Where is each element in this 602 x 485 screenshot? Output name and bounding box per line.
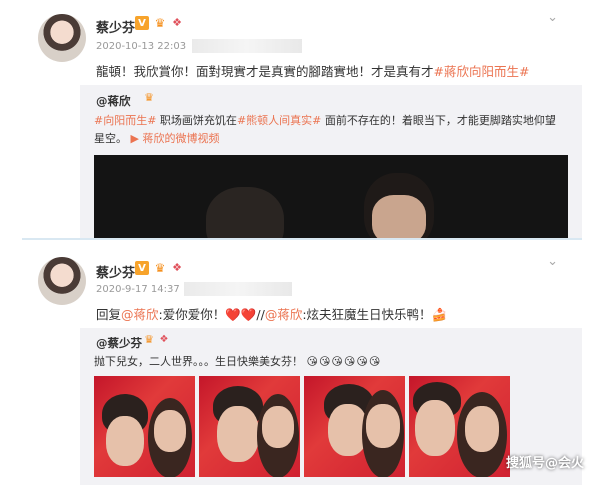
tag-icon[interactable]: ❖	[158, 333, 170, 347]
repost-author[interactable]: @蔡少芬	[96, 335, 142, 351]
photo-person-face	[154, 410, 186, 452]
author-badges: V ♛ ❖	[135, 16, 183, 30]
verified-v-icon[interactable]: V	[135, 261, 149, 275]
tag-icon[interactable]: ❖	[171, 16, 183, 30]
chevron-down-icon[interactable]: ⌄	[547, 10, 558, 25]
photo-thumbnail[interactable]	[304, 376, 405, 477]
tag-icon[interactable]: ❖	[171, 261, 183, 275]
photo-person-face	[262, 406, 294, 448]
author-name[interactable]: 蔡少芬	[96, 17, 135, 36]
photo-thumbnail[interactable]	[94, 376, 195, 477]
post-text: 龍頓！我欣賞你！面對現實才是真實的腳踏實地！才是真有才#蔣欣向阳而生#	[96, 64, 530, 79]
cake-emoji: 🍰	[431, 307, 448, 322]
post-text: 回复@蒋欣:爱你爱你！❤️❤️//@蒋欣:炫夫狂魔生日快乐鸭！🍰	[96, 307, 448, 322]
video-thumbnail[interactable]	[94, 155, 568, 240]
photo-person-face	[106, 416, 144, 466]
avatar[interactable]	[38, 257, 86, 305]
crown-icon[interactable]: ♛	[142, 91, 156, 105]
photo-thumbnail[interactable]	[199, 376, 300, 477]
blurred-source	[184, 282, 292, 296]
blurred-source	[192, 39, 302, 53]
photo-person-face	[415, 400, 455, 456]
repost-text-line: #向阳而生# 职场画饼充饥在#熊顿人间真实# 面前不存在的！着眼当下，才能更脚踏…	[94, 114, 556, 127]
avatar[interactable]	[38, 14, 86, 62]
kiss-emoji-row: 😘😘😘😘😘😘	[306, 355, 382, 368]
photo-thumbnail[interactable]	[409, 376, 510, 477]
post-separator	[22, 238, 582, 240]
post-timestamp[interactable]: 2020-9-17 14:37	[96, 284, 180, 295]
hashtag-link[interactable]: #向阳而生#	[94, 114, 156, 127]
video-person-face	[372, 195, 426, 240]
crown-icon[interactable]: ♛	[152, 16, 168, 30]
photo-person-face	[366, 404, 400, 448]
mention-link[interactable]: @蒋欣	[121, 307, 159, 322]
video-link[interactable]: ▶ 蒋欣的微博视频	[131, 132, 220, 145]
heart-emoji: ❤️❤️	[225, 307, 257, 322]
crown-icon[interactable]: ♛	[142, 333, 156, 347]
sohu-watermark: 搜狐号@会火	[505, 456, 584, 471]
hashtag-link[interactable]: #蔣欣向阳而生#	[434, 64, 530, 79]
photo-grid	[94, 376, 510, 477]
repost-text-line: 星空。 ▶ 蒋欣的微博视频	[94, 132, 220, 145]
reposted-content: @蒋欣 ♛ #向阳而生# 职场画饼充饥在#熊顿人间真实# 面前不存在的！着眼当下…	[80, 85, 582, 240]
repost-author-badges: ♛	[142, 91, 156, 105]
author-name[interactable]: 蔡少芬	[96, 262, 135, 281]
post-timestamp[interactable]: 2020-10-13 22:03	[96, 41, 186, 52]
repost-author-badges: ♛ ❖	[142, 333, 170, 347]
author-badges: V ♛ ❖	[135, 261, 183, 275]
photo-person-face	[465, 406, 499, 452]
verified-v-icon[interactable]: V	[135, 16, 149, 30]
weibo-post-1: 蔡少芬 V ♛ ❖ 2020-10-13 22:03 ⌄ 龍頓！我欣賞你！面對現…	[0, 0, 602, 240]
hashtag-link[interactable]: #熊顿人间真实#	[237, 114, 321, 127]
chevron-down-icon[interactable]: ⌄	[547, 254, 558, 269]
mention-link[interactable]: @蒋欣	[265, 307, 303, 322]
repost-text-line: 抛下兒女，二人世界。。。生日快樂美女芬！ 😘😘😘😘😘😘	[94, 355, 382, 368]
crown-icon[interactable]: ♛	[152, 261, 168, 275]
weibo-post-2: 蔡少芬 V ♛ ❖ 2020-9-17 14:37 ⌄ 回复@蒋欣:爱你爱你！❤…	[0, 244, 602, 485]
photo-person-face	[217, 406, 259, 462]
repost-author[interactable]: @蒋欣	[96, 93, 131, 109]
video-person	[206, 187, 284, 240]
